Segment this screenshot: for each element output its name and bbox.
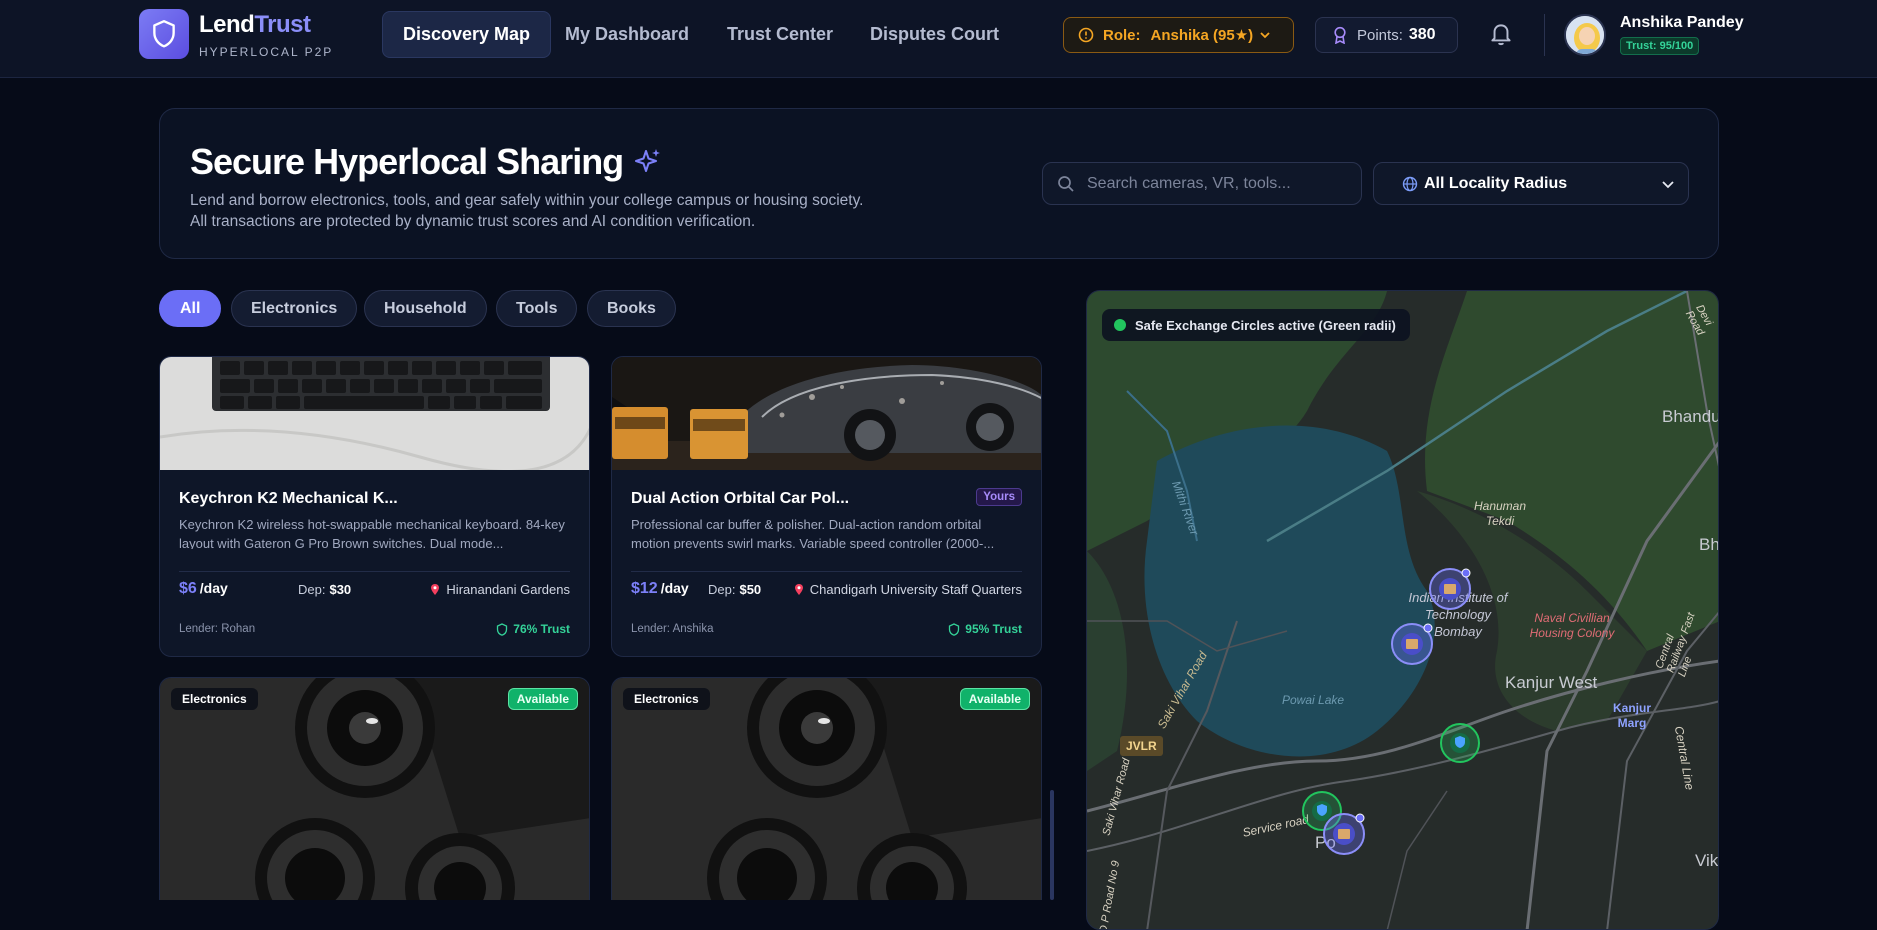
map-pin-icon [431,584,440,595]
radius-select[interactable]: All Locality Radius [1373,162,1689,205]
filter-books[interactable]: Books [587,290,676,327]
listing-card[interactable]: Keychron K2 Mechanical K... Keychron K2 … [159,356,590,657]
camera-lens-image [612,678,1041,900]
nav-my-dashboard[interactable]: My Dashboard [545,11,709,58]
card-divider [631,571,1022,572]
nav-disputes-court[interactable]: Disputes Court [850,11,1019,58]
filter-electronics[interactable]: Electronics [231,290,358,327]
map-label: Hanuman Tekdi [1473,499,1527,528]
filter-tools[interactable]: Tools [496,290,578,327]
map-label: Naval Civillian Housing Colony [1529,611,1615,640]
owner-badge: Yours [976,488,1022,506]
map-label: Kanjur West [1505,673,1598,692]
user-trust-badge: Trust: 95/100 [1620,37,1700,55]
listing-title[interactable]: Keychron K2 Mechanical K... [179,490,398,508]
listing-lender: Lender: Rohan [179,623,256,635]
listing-price: $6/day [179,580,228,597]
status-dot-icon [1114,319,1126,331]
keyboard-image [160,357,589,470]
map-label: Bh [1699,535,1719,554]
avatar[interactable] [1564,14,1606,56]
navbar-divider [1544,14,1545,56]
listing-lender: Lender: Anshika [631,623,714,635]
listing-trust: 95% Trust [948,622,1022,636]
map-label: Kanjur Marg [1612,701,1651,730]
map-label: JVLR [1120,736,1163,756]
hero-panel: Secure Hyperlocal Sharing Lend and borro… [159,108,1719,259]
listing-card[interactable]: Electronics Available [611,677,1042,900]
listing-card[interactable]: Dual Action Orbital Car Pol... Yours Pro… [611,356,1042,657]
scrollbar[interactable] [1050,790,1054,900]
listing-description: Professional car buffer & polisher. Dual… [631,517,995,549]
discovery-map[interactable]: Safe Exchange Circles active (Green radi… [1086,290,1719,930]
item-marker[interactable] [1389,621,1435,672]
card-divider [179,571,570,572]
user-name: Anshika Pandey [1620,14,1744,31]
role-value: Anshika (95★) [1150,27,1254,44]
safe-exchange-status: Safe Exchange Circles active (Green radi… [1102,309,1410,341]
filter-all[interactable]: All [159,290,222,327]
category-badge: Electronics [171,688,258,710]
listing-trust: 76% Trust [496,622,570,636]
category-badge: Electronics [623,688,710,710]
points-display[interactable]: Points: 380 [1315,17,1458,53]
brand-name: LendTrust [199,11,311,38]
search-placeholder: Search cameras, VR, tools... [1087,174,1291,192]
brand-subtitle: HYPERLOCAL P2P [199,45,334,59]
car-polisher-image [612,357,1041,470]
globe-icon [1402,176,1418,191]
hero-description: Lend and borrow electronics, tools, and … [190,192,864,230]
listing-description: Keychron K2 wireless hot-swappable mecha… [179,517,565,549]
award-icon [1334,26,1346,44]
shield-icon [949,622,960,636]
item-marker[interactable] [1321,811,1367,862]
points-value: 380 [1408,26,1436,43]
map-label: Vik [1695,851,1719,870]
listing-location: Chandigarh University Staff Quarters [794,582,1022,597]
sparkles-icon [635,149,661,172]
map-label: Bhandu [1662,407,1719,426]
radius-value: All Locality Radius [1424,174,1568,192]
points-label: Points: [1357,26,1403,44]
search-icon [1058,175,1074,192]
chevron-down-icon [1662,181,1674,189]
safe-exchange-marker[interactable] [1438,721,1482,770]
listing-title[interactable]: Dual Action Orbital Car Pol... [631,490,849,508]
nav-trust-center[interactable]: Trust Center [707,11,853,58]
listing-location: Hiranandani Gardens [430,582,570,597]
search-input[interactable]: Search cameras, VR, tools... [1042,162,1362,205]
camera-lens-image [160,678,589,900]
map-label: Powai Lake [1282,693,1345,707]
status-badge: Available [959,688,1030,710]
alert-circle-icon [1078,27,1094,43]
status-badge: Available [507,688,578,710]
top-navbar: LendTrust HYPERLOCAL P2P Discovery Map M… [0,0,1877,78]
role-switcher[interactable]: Role: Anshika (95★) [1063,17,1294,53]
shield-logo-icon[interactable] [139,9,189,59]
role-label: Role: [1103,26,1141,44]
listing-price: $12/day [631,580,689,597]
listing-card[interactable]: Electronics Available [159,677,590,900]
listing-deposit: Dep: $30 [298,582,352,597]
shield-icon [497,622,508,636]
item-marker[interactable] [1427,566,1473,617]
bell-icon[interactable] [1488,20,1514,53]
filter-household[interactable]: Household [364,290,487,327]
page-title: Secure Hyperlocal Sharing [190,141,663,183]
chevron-down-icon [1260,32,1270,39]
map-pin-icon [794,584,803,595]
nav-discovery-map[interactable]: Discovery Map [382,11,552,58]
listing-deposit: Dep: $50 [708,582,762,597]
